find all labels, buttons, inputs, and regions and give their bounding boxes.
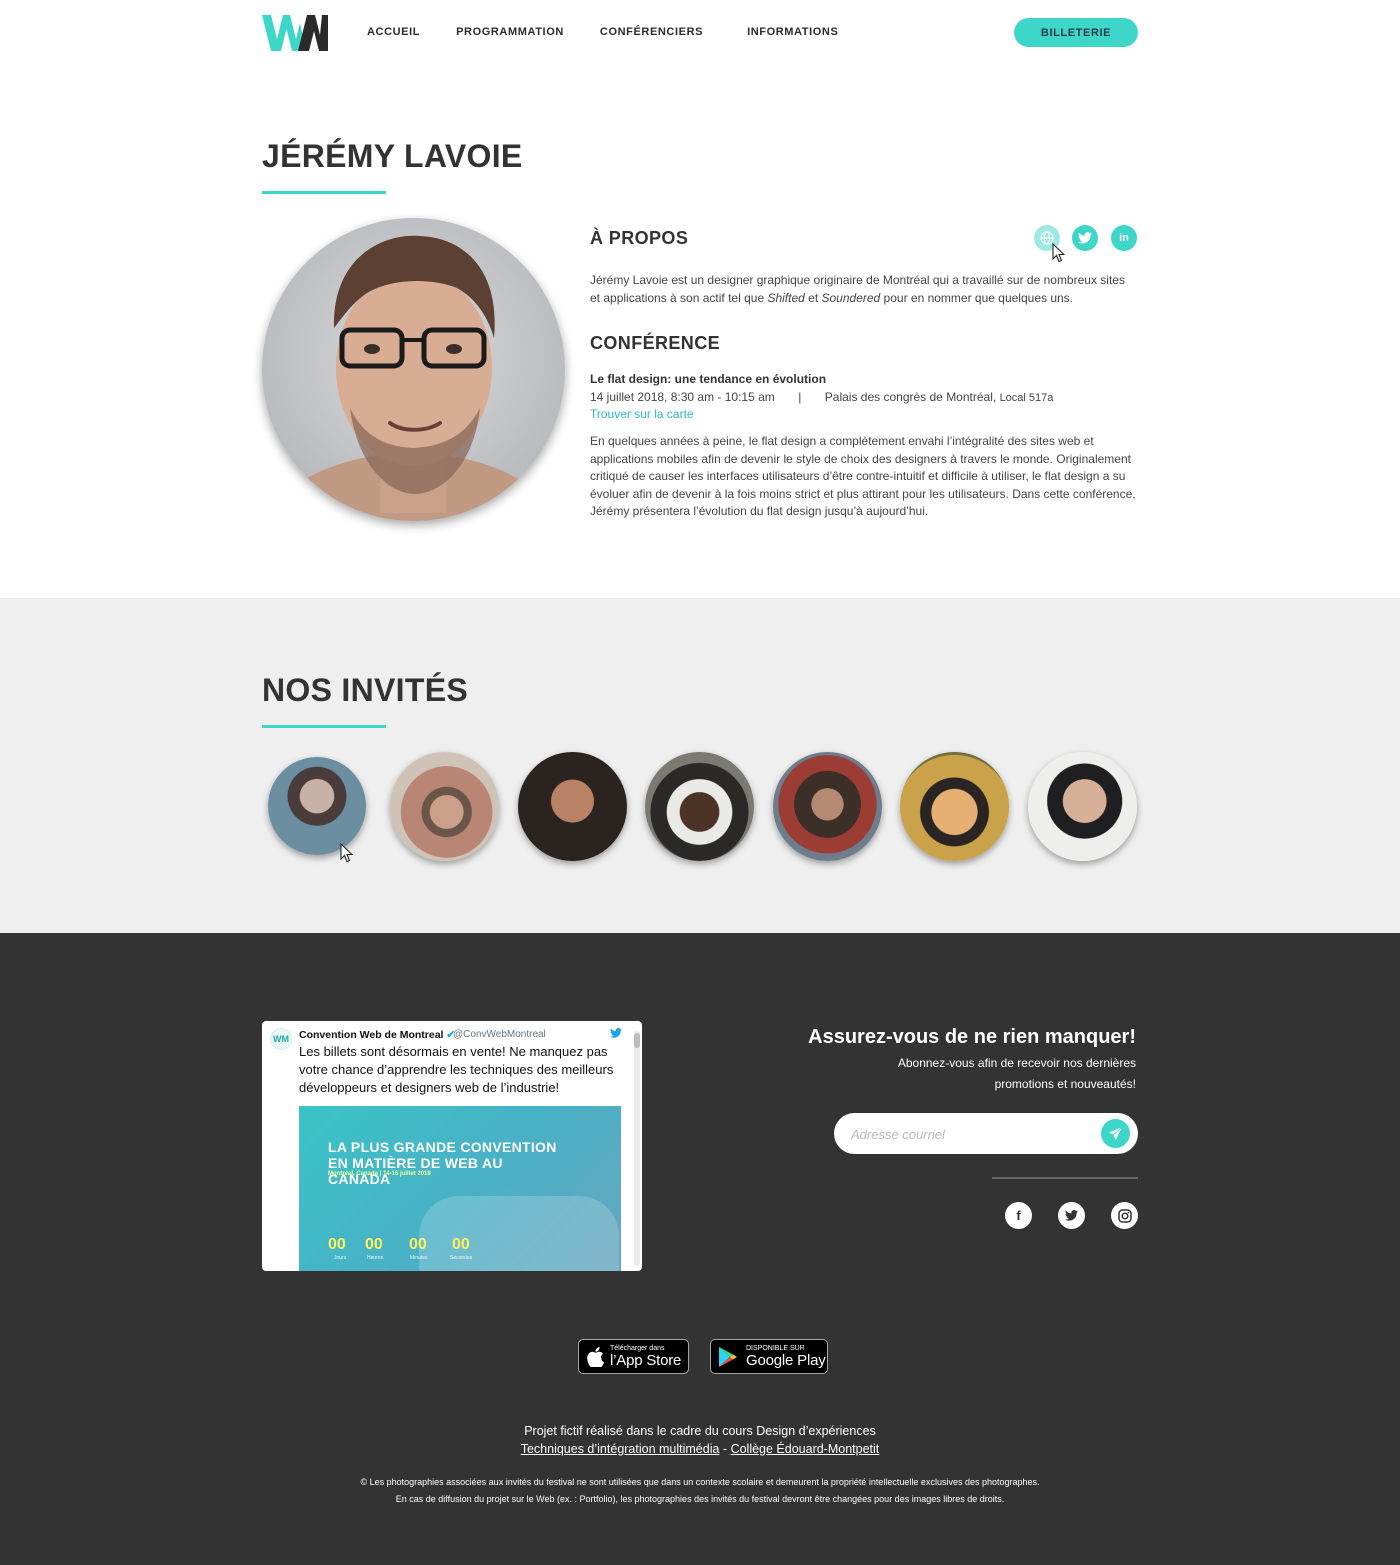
legal-line: En cas de diffusion du projet sur le Web… (395, 1494, 1005, 1504)
speaker-portrait (262, 218, 565, 521)
nav-programmation[interactable]: PROGRAMMATION (456, 26, 564, 38)
guest-avatar[interactable] (773, 752, 882, 861)
guests-underline (262, 725, 386, 728)
tweet-text: Les billets sont désormais en vente! Ne … (299, 1044, 614, 1095)
site-footer (0, 933, 1400, 1565)
guest-avatar[interactable] (518, 752, 627, 861)
facebook-icon[interactable]: f (1005, 1202, 1032, 1229)
credit-link-program[interactable]: Techniques d’intégration multimédia (521, 1442, 720, 1456)
guest-avatar[interactable] (268, 757, 366, 855)
countdown-value: 00 (452, 1236, 470, 1253)
map-link[interactable]: Trouver sur la carte (590, 407, 694, 421)
media-laptop-shape (419, 1196, 619, 1271)
speaker-name: JÉRÉMY LAVOIE (262, 138, 523, 174)
countdown-value: 00 (328, 1236, 346, 1253)
main-nav: ACCUEIL PROGRAMMATION CONFÉRENCIERS INFO… (367, 26, 874, 38)
app-store-badge[interactable]: Télécharger dans l’App Store (578, 1339, 689, 1374)
conference-venue: Palais des congrès de Montréal, (824, 390, 997, 404)
media-headline: LA PLUS GRANDE CONVENTION EN MATIÈRE DE … (328, 1139, 557, 1187)
about-text: Jérémy Lavoie est un designer graphique … (590, 273, 1125, 305)
countdown-label: Heures (367, 1255, 384, 1261)
send-button[interactable] (1101, 1119, 1130, 1148)
tweet-avatar: WM (270, 1028, 292, 1050)
cursor-icon (340, 843, 353, 863)
conference-description: En quelques années à peine, le flat desi… (590, 434, 1136, 519)
tweet-account-name[interactable]: Convention Web de Montreal ✔ (299, 1029, 455, 1041)
countdown-label: Secondes (450, 1255, 473, 1261)
media-subtitle: Montréal, Canada | 14-16 juillet 2018 (328, 1171, 431, 1177)
conference-datetime: 14 juillet 2018, 8:30 am - 10:15 am (590, 390, 775, 404)
paper-plane-icon (1108, 1126, 1123, 1141)
nav-informations[interactable]: INFORMATIONS (747, 26, 838, 38)
conference-heading: CONFÉRENCE (590, 333, 721, 353)
email-field[interactable] (851, 1124, 1081, 1144)
ticket-button[interactable]: BILLETERIE (1014, 18, 1138, 47)
twitter-icon[interactable] (1072, 225, 1098, 251)
countdown-label: Minutes (410, 1255, 428, 1261)
nav-accueil[interactable]: ACCUEIL (367, 26, 420, 38)
twitter-embed[interactable]: WM Convention Web de Montreal ✔ @ConvWeb… (262, 1021, 642, 1271)
countdown-label: Jours (334, 1255, 347, 1261)
conference-room: Local 517a (999, 392, 1054, 404)
countdown-value: 00 (409, 1236, 427, 1253)
newsletter-text: Abonnez-vous afin de recevoir nos derniè… (897, 1056, 1136, 1091)
google-play-icon (719, 1346, 737, 1367)
meta-separator: | (798, 390, 802, 404)
legal-line: © Les photographies associées aux invité… (360, 1477, 1040, 1487)
guests-title: NOS INVITÉS (262, 672, 469, 708)
footer-divider (992, 1177, 1138, 1179)
google-play-big-text: Google Play (746, 1351, 826, 1369)
credit-link-college[interactable]: Collège Édouard-Montpetit (731, 1442, 880, 1456)
wm-logo[interactable] (262, 15, 328, 51)
countdown-value: 00 (365, 1236, 383, 1253)
nav-conferenciers[interactable]: CONFÉRENCIERS (600, 26, 703, 38)
project-credits: Projet fictif réalisé dans le cadre du c… (0, 1422, 1400, 1458)
newsletter-form (834, 1113, 1138, 1154)
linkedin-icon[interactable]: in (1111, 225, 1137, 251)
google-play-badge[interactable]: DISPONIBLE SUR Google Play (710, 1339, 828, 1374)
newsletter-title: Assurez-vous de ne rien manquer! (808, 1026, 1136, 1048)
instagram-icon[interactable] (1111, 1202, 1138, 1229)
tweet-handle[interactable]: @ConvWebMontreal (453, 1029, 546, 1040)
apple-icon (587, 1346, 604, 1367)
legal-notice: © Les photographies associées aux invité… (0, 1474, 1400, 1508)
guest-avatar[interactable] (645, 752, 754, 861)
twitter-icon[interactable] (1058, 1202, 1085, 1229)
title-underline (262, 191, 386, 194)
guest-avatar[interactable] (390, 752, 499, 861)
guest-avatar[interactable] (1028, 752, 1137, 861)
conference-title: Le flat design: une tendance en évolutio… (590, 372, 827, 386)
twitter-icon (610, 1027, 622, 1041)
credit-line: Projet fictif réalisé dans le cadre du c… (524, 1424, 876, 1438)
credit-dash: - (719, 1442, 731, 1456)
conference-meta: 14 juillet 2018, 8:30 am - 10:15 am | Pala… (590, 390, 1053, 404)
app-store-big-text: l’App Store (610, 1351, 682, 1369)
tweet-media[interactable]: LA PLUS GRANDE CONVENTION EN MATIÈRE DE … (299, 1106, 621, 1271)
tweet-scrollbar[interactable] (634, 1031, 640, 1266)
site-header: ACCUEIL PROGRAMMATION CONFÉRENCIERS INFO… (0, 0, 1400, 66)
about-heading: À PROPOS (590, 228, 689, 248)
guest-avatar[interactable] (900, 752, 1009, 861)
cursor-icon (1052, 243, 1065, 263)
